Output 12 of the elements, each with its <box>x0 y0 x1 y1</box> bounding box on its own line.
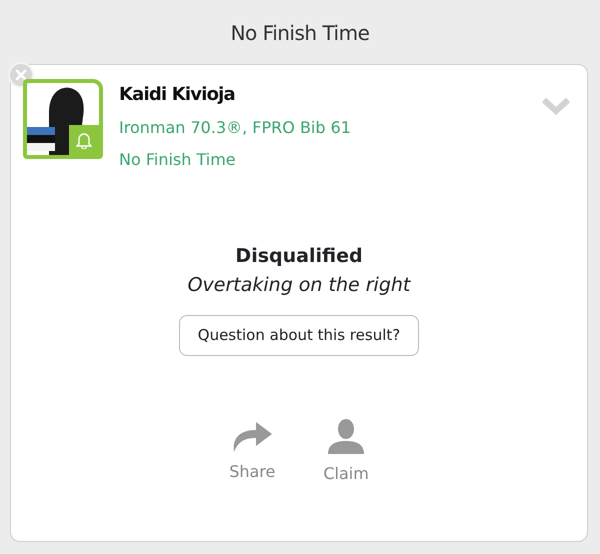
page-title: No Finish Time <box>230 20 370 47</box>
verdict-reason: Overtaking on the right <box>188 272 410 298</box>
question-button[interactable]: Question about this result? <box>178 315 420 356</box>
claim-button[interactable]: Claim <box>323 418 369 486</box>
close-icon[interactable] <box>8 62 34 88</box>
flag-icon <box>27 127 55 151</box>
person-icon <box>326 418 366 454</box>
athlete-name: Kaidi Kivioja <box>119 83 236 107</box>
verdict-title: Disqualified <box>235 244 363 269</box>
share-button[interactable]: Share <box>229 418 276 486</box>
status-text: No Finish Time <box>119 149 237 171</box>
event-text: Ironman 70.3®, FPRO Bib 61 <box>119 117 351 139</box>
